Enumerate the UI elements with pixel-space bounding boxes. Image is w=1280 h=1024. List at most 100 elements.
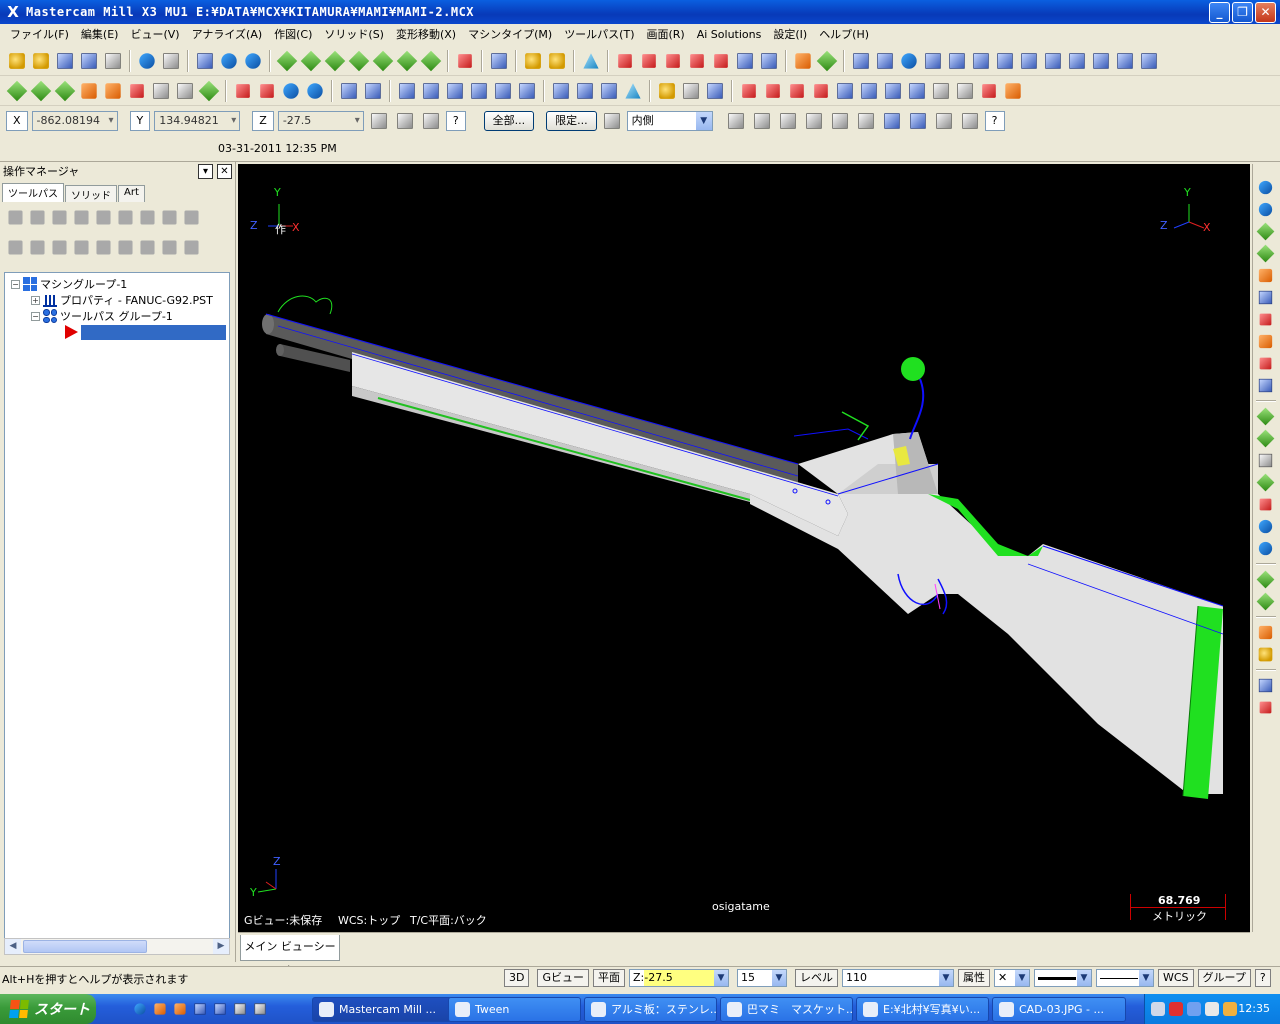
view-front-icon[interactable] xyxy=(300,50,322,71)
analyze-distance-icon[interactable] xyxy=(642,53,656,68)
toolpath-icon-9[interactable] xyxy=(1141,52,1157,69)
firefox-icon[interactable] xyxy=(154,1003,166,1015)
menu-screen[interactable]: 画面(R) xyxy=(641,26,691,42)
table-icon[interactable] xyxy=(1258,625,1273,640)
solid-icon[interactable] xyxy=(1258,519,1273,534)
plane-icon[interactable] xyxy=(1258,290,1273,305)
menu-settings[interactable]: 設定(I) xyxy=(767,26,813,42)
menu-toolpaths[interactable]: ツールパス(T) xyxy=(558,26,640,42)
xform-icon-5[interactable] xyxy=(495,82,511,99)
xform-icon-6[interactable] xyxy=(519,82,535,99)
menu-xform[interactable]: 変形移動(X) xyxy=(390,26,462,42)
analyze-chain-icon[interactable] xyxy=(690,53,704,68)
solid-trim-icon[interactable] xyxy=(909,82,925,99)
create-circle-icon[interactable] xyxy=(81,82,97,99)
redo-icon[interactable] xyxy=(163,52,179,69)
new-file-icon[interactable] xyxy=(9,52,25,69)
analyze-dynamic-icon[interactable] xyxy=(737,52,753,69)
close-button[interactable]: ✕ xyxy=(1255,2,1276,23)
update-icon[interactable] xyxy=(1223,1002,1237,1016)
tree-toolpath-group[interactable]: − ツールパス グループ-1 xyxy=(31,308,173,324)
chevron-down-icon[interactable]: ▼ xyxy=(1015,970,1029,986)
print-icon[interactable] xyxy=(105,52,121,69)
select-all-button[interactable]: 全部... xyxy=(483,111,535,131)
close-icon[interactable]: ✕ xyxy=(217,164,232,179)
grid-icon[interactable] xyxy=(1259,498,1272,511)
chevron-down-icon[interactable]: ▼ xyxy=(939,970,953,986)
circle-icon[interactable] xyxy=(1258,453,1273,468)
autocursor-override-icon[interactable] xyxy=(423,113,439,129)
menu-machine-type[interactable]: マシンタイプ(M) xyxy=(462,26,558,42)
lock-icon[interactable] xyxy=(8,239,23,255)
chevron-down-icon[interactable]: ▼ xyxy=(695,112,712,130)
menu-ai-solutions[interactable]: Ai Solutions xyxy=(691,28,768,41)
collapse-expander-icon[interactable]: − xyxy=(11,279,20,289)
note-icon[interactable] xyxy=(707,82,723,99)
regen-icon[interactable] xyxy=(853,52,869,69)
face-select-icon[interactable] xyxy=(831,113,848,129)
level-field[interactable]: 110 ▼ xyxy=(842,969,954,987)
network-icon[interactable] xyxy=(214,1003,226,1015)
task-tween[interactable]: Tween xyxy=(448,997,581,1022)
scroll-thumb[interactable] xyxy=(23,940,147,953)
view-left-icon[interactable] xyxy=(420,50,442,71)
verify-selection-icon[interactable] xyxy=(603,113,620,129)
toolpath-icon-6[interactable] xyxy=(1069,52,1085,69)
regen-dirty-ops-icon[interactable] xyxy=(74,209,89,225)
menu-create[interactable]: 作図(C) xyxy=(268,26,318,42)
solid-revolve-icon[interactable] xyxy=(766,83,780,98)
solid-boolean-icon[interactable] xyxy=(933,82,949,99)
solid-draft-icon[interactable] xyxy=(982,83,996,98)
group-icon[interactable] xyxy=(1258,378,1273,393)
analyze-number-icon[interactable] xyxy=(761,52,777,69)
wcs-button[interactable]: WCS xyxy=(1158,969,1194,987)
selected-insert-slot[interactable] xyxy=(81,324,226,340)
globe-icon[interactable] xyxy=(1258,202,1273,217)
menu-help[interactable]: ヘルプ(H) xyxy=(813,26,875,42)
menu-solids[interactable]: ソリッド(S) xyxy=(318,26,390,42)
sphere-icon[interactable] xyxy=(1258,541,1273,556)
solid-loft-icon[interactable] xyxy=(814,83,828,98)
chevron-down-icon[interactable]: ▼ xyxy=(1077,970,1091,986)
arc-icon[interactable] xyxy=(1256,473,1275,492)
color-number-field[interactable]: 15 ▼ xyxy=(737,969,787,987)
xform-icon-10[interactable] xyxy=(625,82,641,99)
solid-select-icon[interactable] xyxy=(779,113,796,129)
z-coordinate-field[interactable]: -27.5 xyxy=(277,111,364,131)
chevron-down-icon[interactable]: ▼ xyxy=(1139,970,1153,986)
collapse-icon[interactable]: ▾ xyxy=(198,164,213,179)
open-file-icon[interactable] xyxy=(33,52,49,69)
explorer-icon[interactable] xyxy=(194,1003,206,1015)
restore-button[interactable]: ❐ xyxy=(1232,2,1253,23)
toggle-visibility-icon[interactable] xyxy=(162,239,177,255)
options-icon[interactable] xyxy=(184,239,199,255)
check-icon[interactable] xyxy=(1259,357,1272,370)
select-dirty-ops-icon[interactable] xyxy=(30,209,45,225)
toolpath-icon-3[interactable] xyxy=(997,52,1013,69)
surface-icon-3[interactable] xyxy=(283,82,299,99)
solid-shell-icon[interactable] xyxy=(885,82,901,99)
break-icon[interactable] xyxy=(365,82,381,99)
entity-color-icon[interactable] xyxy=(583,52,599,69)
surface-icon-4[interactable] xyxy=(307,82,323,99)
color-grid-icon[interactable] xyxy=(1258,334,1273,349)
mastercam-icon[interactable] xyxy=(234,1003,246,1015)
arrow-icon[interactable] xyxy=(1187,1002,1201,1016)
line-width-field[interactable]: ▼ xyxy=(1096,969,1154,987)
chevron-down-icon[interactable]: ▼ xyxy=(714,970,728,986)
scroll-to-icon[interactable] xyxy=(140,239,155,255)
browser-icon[interactable] xyxy=(174,1003,186,1015)
analyze-icon[interactable] xyxy=(549,52,565,69)
fast-point-icon[interactable] xyxy=(371,113,387,129)
help-button[interactable]: ? xyxy=(1254,969,1271,987)
selection-mode-select[interactable]: 内側 ▼ xyxy=(626,111,713,131)
view-bottom-icon[interactable] xyxy=(396,50,418,71)
edit-icon-1[interactable] xyxy=(1256,570,1275,589)
dimension-icon[interactable] xyxy=(683,82,699,99)
analyze-angle-icon[interactable] xyxy=(666,53,680,68)
tree-machine-group[interactable]: − マシングループ-1 xyxy=(11,276,127,292)
toggle-display-icon[interactable] xyxy=(30,239,45,255)
speaker-icon[interactable] xyxy=(1169,1002,1183,1016)
tab-toolpaths[interactable]: ツールパス xyxy=(2,183,64,202)
chevron-down-icon[interactable]: ▼ xyxy=(772,970,786,986)
